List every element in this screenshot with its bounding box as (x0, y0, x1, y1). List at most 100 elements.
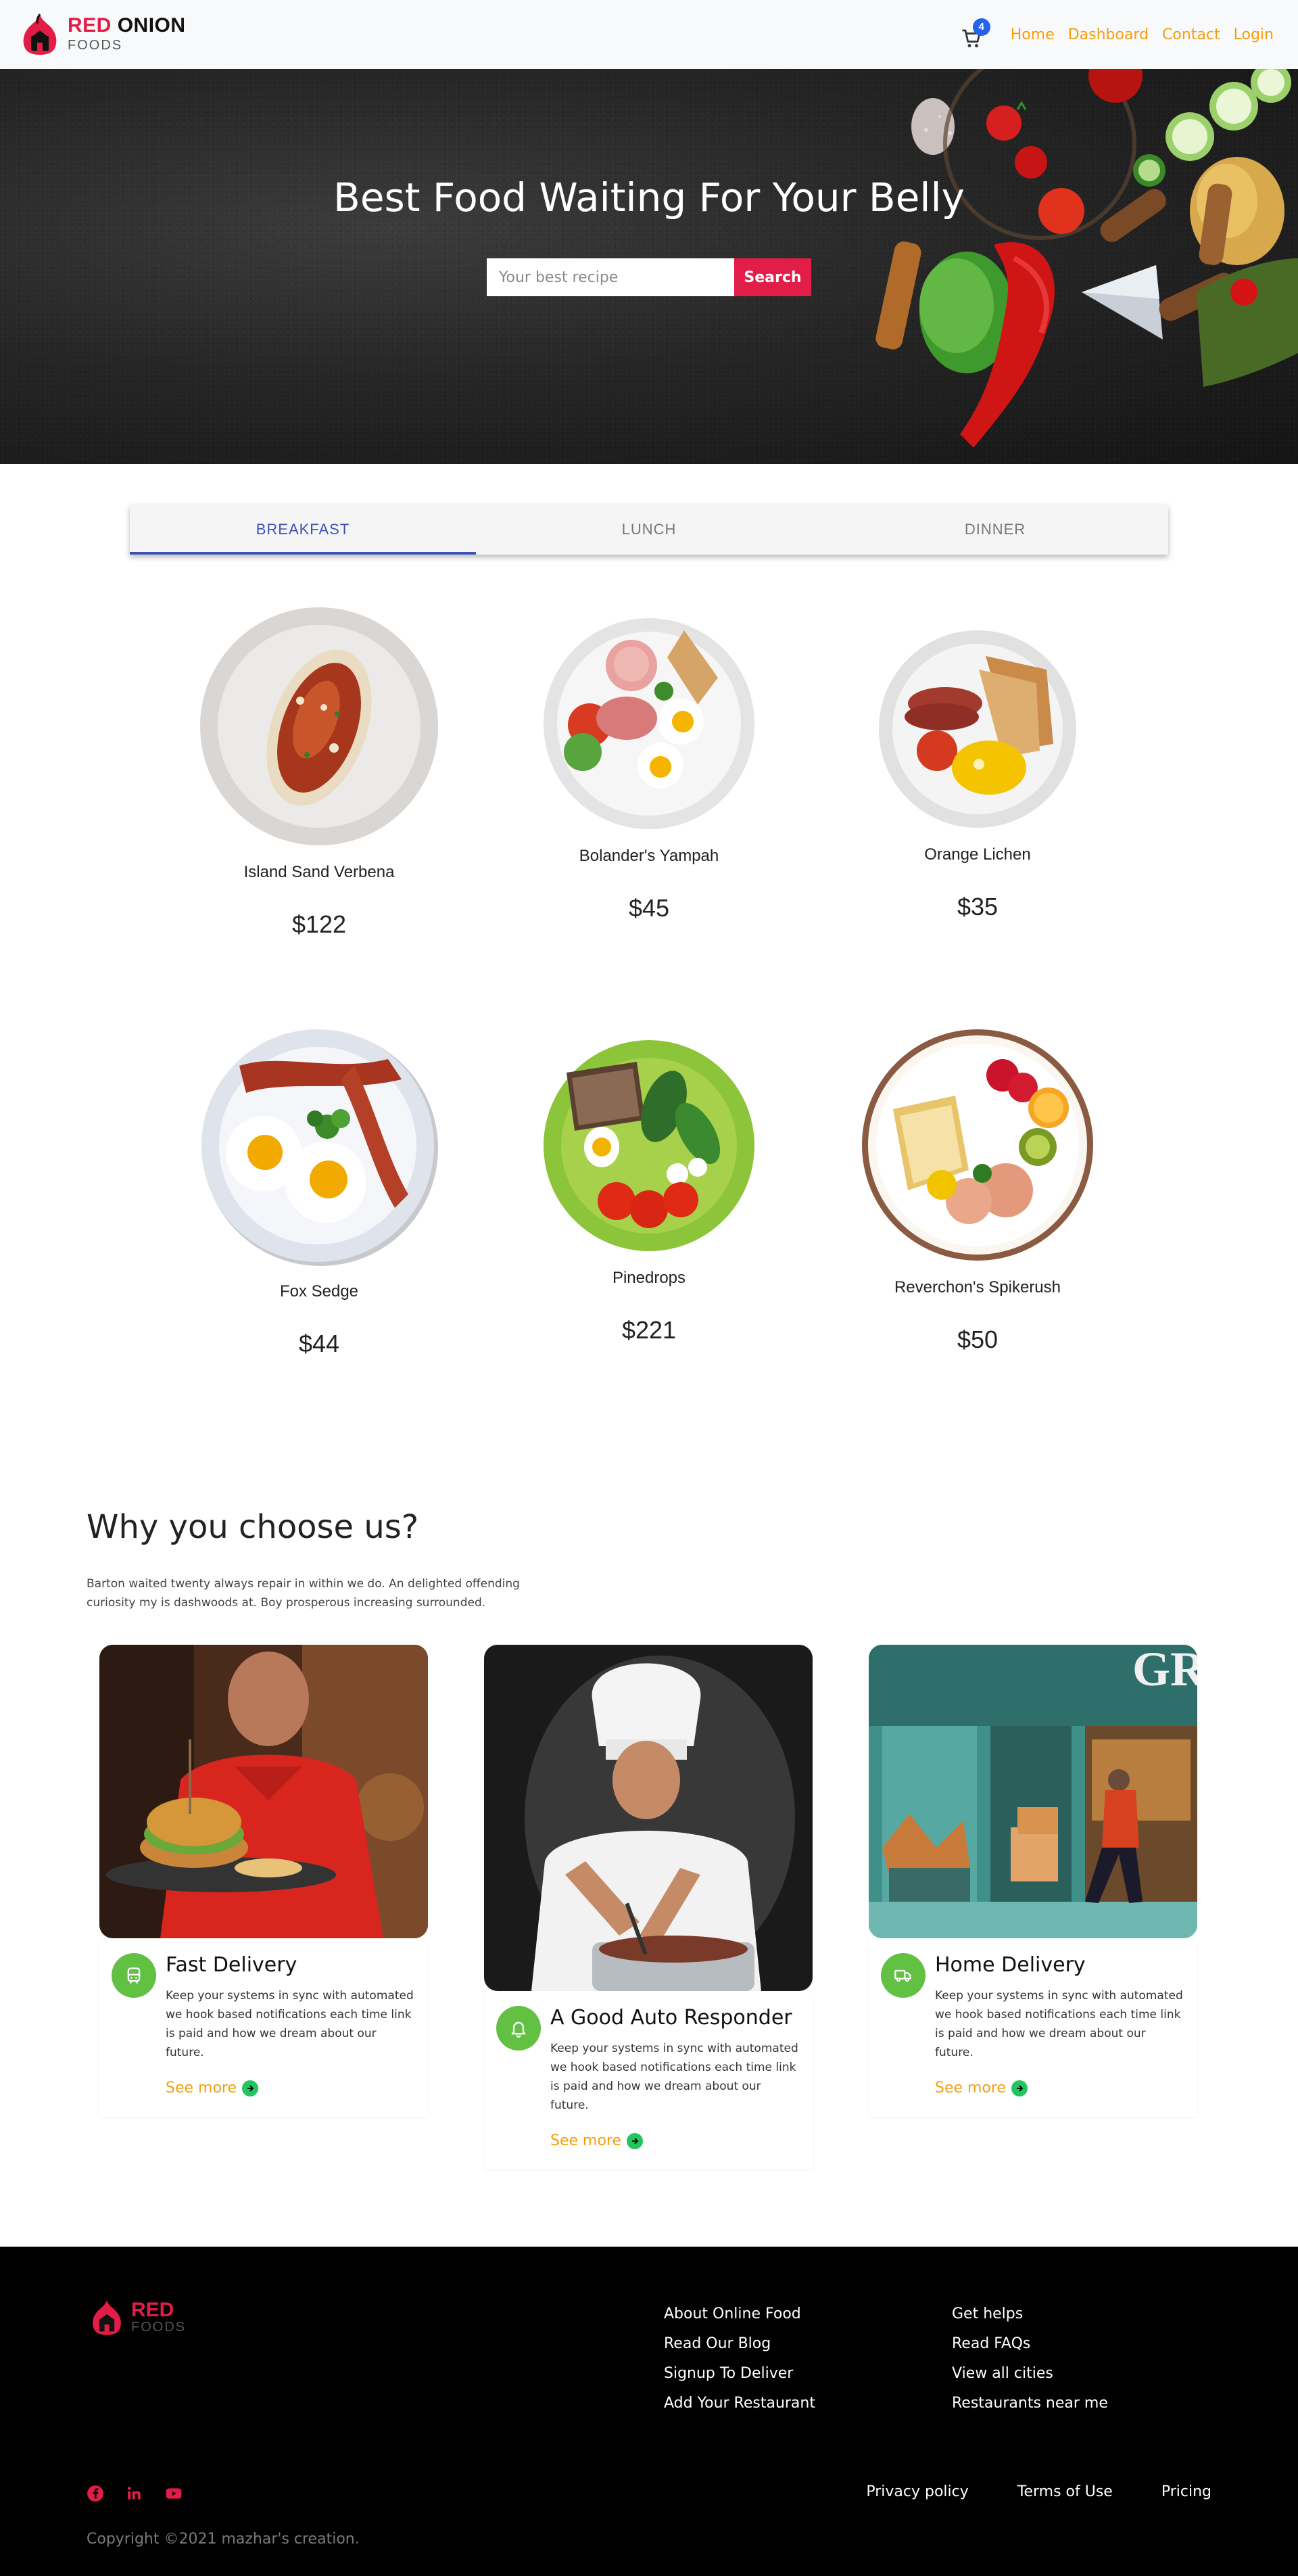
arrow-right-icon (1011, 2080, 1028, 2097)
food-price: $122 (291, 910, 347, 938)
see-more-link[interactable]: See more (935, 2080, 1197, 2097)
see-more-label: See more (166, 2080, 237, 2097)
food-name: Reverchon's Spikerush (894, 1278, 1061, 1296)
feature-image-chef (484, 1645, 813, 1991)
food-card[interactable]: Pinedrops $221 (484, 1039, 814, 1344)
food-image (201, 1029, 438, 1266)
brand-name-red: RED (68, 14, 112, 37)
brand-logo[interactable]: RED ONION FOODS (16, 9, 186, 58)
brand-subtitle: FOODS (68, 38, 123, 53)
food-image (862, 1029, 1093, 1261)
footer-link[interactable]: Get helps (952, 2299, 1108, 2329)
nav-link-home[interactable]: Home (1011, 26, 1055, 43)
footer-bottom-links: Privacy policy Terms of Use Pricing (817, 2483, 1211, 2500)
why-section-title: Why you choose us? (87, 1508, 419, 1546)
footer-links-col-1: About Online Food Read Our Blog Signup T… (664, 2299, 815, 2409)
food-price: $50 (957, 1326, 999, 1353)
footer-link[interactable]: Read FAQs (952, 2329, 1108, 2359)
nav-link-login[interactable]: Login (1234, 26, 1274, 43)
bus-icon (112, 1953, 156, 1998)
feature-card-fast-delivery: Fast Delivery Keep your systems in sync … (99, 1645, 428, 2117)
footer-brand-subtitle: FOODS (131, 2320, 187, 2335)
feature-image-burger-waiter (99, 1645, 428, 1938)
footer-links-col-2: Get helps Read FAQs View all cities Rest… (952, 2299, 1108, 2409)
hero-vegetables-image (875, 69, 1298, 448)
feature-title: Fast Delivery (166, 1953, 297, 1977)
arrow-right-icon (627, 2132, 644, 2149)
hero-banner: Best Food Waiting For Your Belly Search (0, 69, 1298, 464)
footer: RED FOODS About Online Food Read Our Blo… (0, 2247, 1298, 2576)
onion-logo-icon (93, 2300, 121, 2335)
footer-brand-name: RED (131, 2298, 174, 2321)
svg-text:GR: GR (1132, 1645, 1197, 1696)
truck-icon (881, 1953, 926, 1998)
feature-body: Home Delivery Keep your systems in sync … (869, 1938, 1197, 2117)
food-name: Island Sand Verbena (243, 863, 395, 881)
onion-logo-icon (23, 14, 57, 55)
see-more-link[interactable]: See more (166, 2080, 428, 2097)
privacy-policy-link[interactable]: Privacy policy (866, 2483, 968, 2500)
feature-text: Keep your systems in sync with automated… (935, 1989, 1183, 2059)
feature-card-auto-responder: A Good Auto Responder Keep your systems … (484, 1645, 813, 2170)
food-image (544, 618, 754, 829)
search-bar: Search (487, 258, 811, 296)
bell-icon (496, 2006, 541, 2051)
food-image (200, 607, 438, 845)
feature-body: Fast Delivery Keep your systems in sync … (99, 1938, 428, 2117)
footer-link[interactable]: About Online Food (664, 2299, 815, 2329)
footer-link[interactable]: View all cities (952, 2359, 1108, 2389)
food-image (544, 1040, 754, 1251)
food-name: Pinedrops (612, 1269, 686, 1287)
hero-title: Best Food Waiting For Your Belly (333, 174, 965, 220)
brand-name-dark: ONION (117, 14, 186, 37)
arrow-right-icon (242, 2080, 259, 2097)
feature-text: Keep your systems in sync with automated… (166, 1989, 414, 2059)
food-name: Fox Sedge (279, 1282, 359, 1301)
feature-body: A Good Auto Responder Keep your systems … (484, 1991, 813, 2170)
footer-link[interactable]: Read Our Blog (664, 2329, 815, 2359)
cart-button[interactable]: 4 (959, 18, 990, 48)
see-more-link[interactable]: See more (550, 2132, 813, 2149)
navbar: RED ONION FOODS 4 Home Dashboard Contact… (0, 0, 1298, 69)
youtube-icon[interactable] (165, 2485, 183, 2502)
food-card[interactable]: Fox Sedge $44 (154, 1025, 484, 1358)
food-card[interactable]: Bolander's Yampah $45 (484, 617, 814, 922)
footer-link[interactable]: Restaurants near me (952, 2389, 1108, 2409)
feature-card-home-delivery: GR Home Delivery Keep your systems in sy… (869, 1645, 1197, 2117)
facebook-icon[interactable] (87, 2485, 104, 2502)
tab-lunch[interactable]: LUNCH (476, 505, 822, 555)
footer-brand[interactable]: RED FOODS (87, 2295, 186, 2339)
footer-link[interactable]: Signup To Deliver (664, 2359, 815, 2389)
why-section-description: Barton waited twenty always repair in wi… (87, 1577, 520, 1610)
nav-link-dashboard[interactable]: Dashboard (1068, 26, 1149, 43)
meal-tabs: BREAKFAST LUNCH DINNER (130, 505, 1168, 555)
tab-dinner[interactable]: DINNER (822, 505, 1168, 555)
food-price: $45 (628, 894, 670, 922)
cart-count-badge: 4 (972, 18, 990, 36)
food-price: $35 (957, 893, 999, 920)
linkedin-icon[interactable] (126, 2485, 143, 2502)
food-card[interactable]: Orange Lichen $35 (813, 629, 1143, 921)
copyright-text: Copyright ©2021 mazhar's creation. (87, 2531, 360, 2548)
search-button[interactable]: Search (734, 258, 811, 296)
tab-breakfast[interactable]: BREAKFAST (130, 505, 476, 555)
social-links (87, 2485, 204, 2502)
food-card[interactable]: Reverchon's Spikerush $50 (813, 1028, 1143, 1354)
terms-of-use-link[interactable]: Terms of Use (1017, 2483, 1113, 2500)
see-more-label: See more (935, 2080, 1007, 2097)
search-input[interactable] (487, 258, 734, 296)
nav-link-contact[interactable]: Contact (1162, 26, 1220, 43)
see-more-label: See more (550, 2132, 622, 2149)
footer-link[interactable]: Add Your Restaurant (664, 2389, 815, 2409)
food-price: $221 (621, 1316, 677, 1344)
feature-image-courier: GR (869, 1645, 1197, 1938)
food-card[interactable]: Island Sand Verbena $122 (154, 606, 484, 939)
feature-title: Home Delivery (935, 1953, 1086, 1977)
pricing-link[interactable]: Pricing (1161, 2483, 1211, 2500)
feature-title: A Good Auto Responder (550, 2006, 792, 2030)
feature-text: Keep your systems in sync with automated… (550, 2042, 798, 2112)
food-name: Orange Lichen (924, 845, 1031, 864)
food-name: Bolander's Yampah (579, 847, 719, 865)
food-price: $44 (298, 1330, 340, 1357)
food-image (879, 630, 1076, 828)
